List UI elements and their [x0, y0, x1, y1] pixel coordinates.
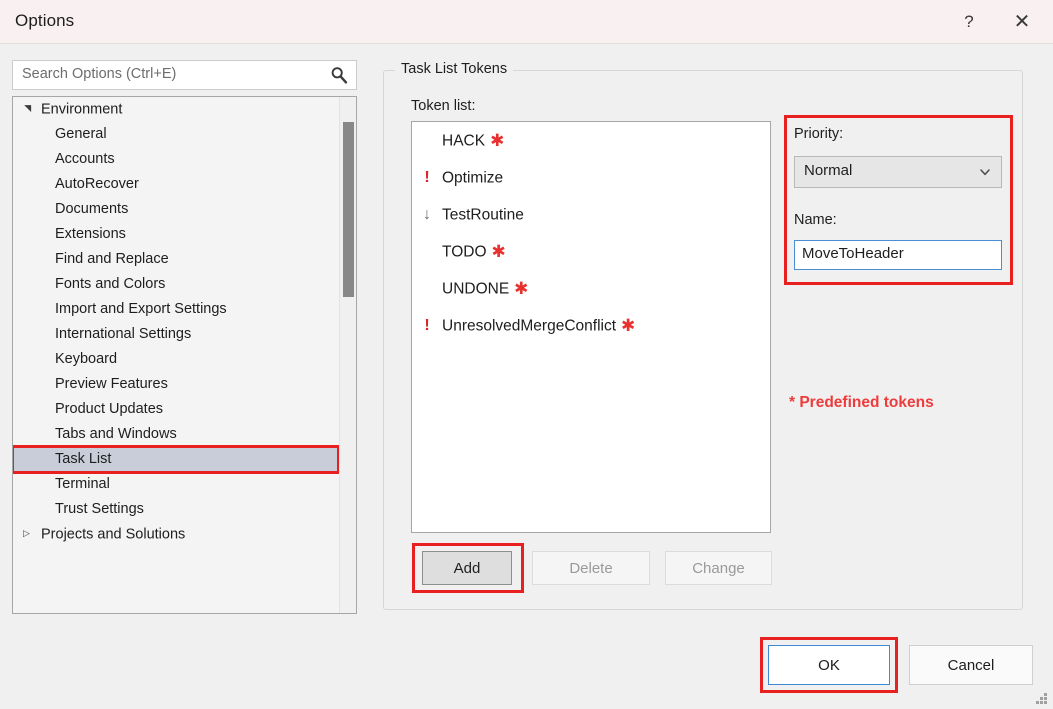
resize-grip-icon[interactable]: [1035, 692, 1049, 706]
help-icon[interactable]: ?: [946, 0, 992, 43]
token-row-container: HACK✱!Optimize↓TestRoutineTODO✱UNDONE✱!U…: [412, 122, 770, 344]
sidebar-item-label: AutoRecover: [55, 176, 139, 192]
add-button-annotation-box: [412, 543, 524, 593]
sidebar-item-label: Task List: [55, 451, 111, 467]
ok-button-annotation-box: [760, 637, 898, 693]
tree-scrollbar-thumb[interactable]: [343, 122, 354, 297]
sidebar-item-import-and-export-settings[interactable]: Import and Export Settings: [13, 297, 356, 322]
chevron-down-icon[interactable]: [23, 96, 37, 121]
token-list-item[interactable]: !Optimize: [412, 159, 770, 196]
token-list[interactable]: HACK✱!Optimize↓TestRoutineTODO✱UNDONE✱!U…: [411, 121, 771, 533]
sidebar-item-accounts[interactable]: Accounts: [13, 147, 356, 172]
predefined-tokens-note: * Predefined tokens: [789, 394, 934, 412]
token-list-item[interactable]: UNDONE ✱: [412, 270, 770, 307]
search-input[interactable]: [22, 66, 317, 82]
sidebar-item-preview-features[interactable]: Preview Features: [13, 372, 356, 397]
token-name: HACK: [442, 132, 485, 149]
dialog-titlebar: Options ? ✕: [0, 0, 1053, 44]
sidebar-item-label: Find and Replace: [55, 251, 169, 267]
sidebar-item-label: Trust Settings: [55, 501, 144, 517]
low-priority-arrow-icon: ↓: [412, 196, 442, 233]
sidebar-item-documents[interactable]: Documents: [13, 197, 356, 222]
search-box[interactable]: [12, 60, 357, 90]
predefined-token-asterisk-icon: ✱: [492, 242, 506, 261]
sidebar-item-product-updates[interactable]: Product Updates: [13, 397, 356, 422]
sidebar-item-terminal[interactable]: Terminal: [13, 472, 356, 497]
token-name: TestRoutine: [442, 206, 524, 223]
sidebar-item-extensions[interactable]: Extensions: [13, 222, 356, 247]
sidebar-item-label: Projects and Solutions: [41, 526, 185, 542]
change-button[interactable]: Change: [665, 551, 772, 585]
options-tree[interactable]: Environment General Accounts AutoRecover Doc…: [12, 96, 357, 614]
token-name: UnresolvedMergeConflict: [442, 317, 616, 334]
cancel-button[interactable]: Cancel: [909, 645, 1033, 685]
sidebar-item-international-settings[interactable]: International Settings: [13, 322, 356, 347]
sidebar-item-label: Terminal: [55, 476, 110, 492]
sidebar-item-label: General: [55, 126, 107, 142]
sidebar-item-label: International Settings: [55, 326, 191, 342]
chevron-right-icon[interactable]: [23, 521, 37, 546]
sidebar-item-label: Fonts and Colors: [55, 276, 165, 292]
group-legend: Task List Tokens: [395, 61, 513, 77]
token-list-item[interactable]: ↓TestRoutine: [412, 196, 770, 233]
sidebar-item-tabs-and-windows[interactable]: Tabs and Windows: [13, 422, 356, 447]
token-name: TODO: [442, 243, 487, 260]
tree-row-container: Environment General Accounts AutoRecover Doc…: [13, 97, 356, 547]
sidebar-item-trust-settings[interactable]: Trust Settings: [13, 497, 356, 522]
sidebar-item-task-list[interactable]: Task List: [13, 447, 338, 472]
page-title: Options: [15, 11, 74, 31]
sidebar-item-label: Keyboard: [55, 351, 117, 367]
token-list-label: Token list:: [411, 98, 475, 114]
predefined-token-asterisk-icon: ✱: [514, 279, 528, 298]
predefined-token-asterisk-icon: ✱: [490, 131, 504, 150]
sidebar-item-projects-and-solutions[interactable]: Projects and Solutions: [13, 522, 356, 547]
priority-name-annotation-box: [784, 115, 1013, 285]
sidebar-item-label: Extensions: [55, 226, 126, 242]
high-priority-icon: !: [412, 159, 442, 196]
sidebar-item-label: Accounts: [55, 151, 115, 167]
sidebar-item-general[interactable]: General: [13, 122, 356, 147]
sidebar-item-label: Product Updates: [55, 401, 163, 417]
sidebar-item-label: Import and Export Settings: [55, 301, 227, 317]
sidebar-item-label: Tabs and Windows: [55, 426, 177, 442]
token-name: Optimize: [442, 169, 503, 186]
sidebar-item-keyboard[interactable]: Keyboard: [13, 347, 356, 372]
close-icon[interactable]: ✕: [999, 0, 1045, 43]
tree-scrollbar[interactable]: [339, 97, 356, 613]
token-list-item[interactable]: !UnresolvedMergeConflict ✱: [412, 307, 770, 344]
sidebar-item-label: Environment: [41, 101, 122, 117]
search-icon: [329, 65, 349, 85]
token-list-item[interactable]: HACK ✱: [412, 122, 770, 159]
sidebar-item-find-and-replace[interactable]: Find and Replace: [13, 247, 356, 272]
token-list-item[interactable]: TODO ✱: [412, 233, 770, 270]
sidebar-item-autorecover[interactable]: AutoRecover: [13, 172, 356, 197]
sidebar-item-label: Documents: [55, 201, 128, 217]
token-name: UNDONE: [442, 280, 509, 297]
sidebar-item-environment[interactable]: Environment: [13, 97, 356, 122]
high-priority-icon: !: [412, 307, 442, 344]
sidebar-item-label: Preview Features: [55, 376, 168, 392]
predefined-token-asterisk-icon: ✱: [621, 316, 635, 335]
delete-button[interactable]: Delete: [532, 551, 650, 585]
sidebar-item-fonts-and-colors[interactable]: Fonts and Colors: [13, 272, 356, 297]
